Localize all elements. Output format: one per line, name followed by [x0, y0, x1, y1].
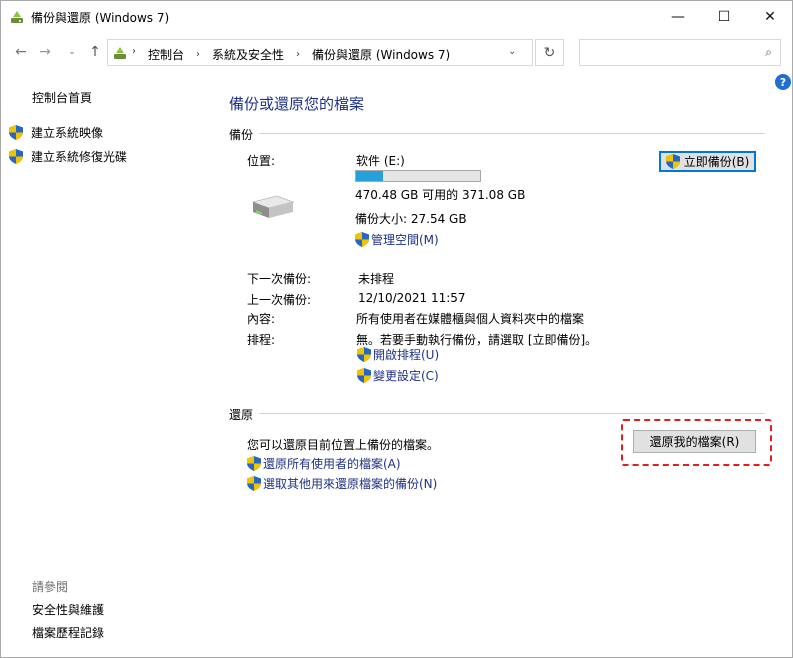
restore-description: 您可以還原目前位置上備份的檔案。 [247, 438, 440, 452]
help-icon[interactable]: ? [775, 74, 791, 90]
minimize-button[interactable]: — [655, 1, 701, 32]
uac-shield-icon [9, 149, 23, 164]
chevron-down-icon: ⌄ [68, 47, 76, 57]
recent-locations-button[interactable]: ⌄ [65, 42, 79, 62]
section-divider [259, 133, 765, 134]
location-label: 位置: [247, 154, 276, 168]
up-arrow-icon: ↑ [89, 44, 101, 60]
forward-button[interactable]: → [35, 42, 55, 62]
close-icon: ✕ [764, 8, 776, 25]
breadcrumb-system-security[interactable]: 系統及安全性 [210, 46, 286, 63]
restore-all-users-label: 還原所有使用者的檔案(A) [263, 457, 401, 471]
uac-shield-icon [357, 368, 371, 383]
breadcrumb-chevron-icon[interactable]: › [286, 49, 310, 60]
select-other-backup-link[interactable]: 選取其他用來還原檔案的備份(N) [247, 475, 437, 492]
breadcrumb-chevron-icon[interactable]: › [186, 49, 210, 60]
schedule-label: 排程: [247, 333, 276, 347]
restore-my-files-label: 還原我的檔案(R) [649, 435, 740, 449]
control-panel-icon [114, 47, 126, 59]
maximize-button[interactable]: ☐ [701, 1, 747, 32]
uac-shield-icon [357, 347, 371, 362]
search-icon[interactable]: ⌕ [765, 45, 772, 60]
create-system-image-label: 建立系統映像 [31, 126, 104, 140]
navigation-bar: ← → ⌄ ↑ › 控制台 › 系統及安全性 › 備份與還原 (Windows … [1, 32, 792, 72]
restore-all-users-link[interactable]: 還原所有使用者的檔案(A) [247, 455, 401, 472]
drive-space-text: 470.48 GB 可用的 371.08 GB [355, 188, 526, 202]
window: 備份與還原 (Windows 7) — ☐ ✕ ← → ⌄ ↑ › 控制台 › … [0, 0, 793, 658]
back-button[interactable]: ← [11, 42, 31, 62]
select-other-backup-label: 選取其他用來還原檔案的備份(N) [263, 477, 438, 491]
backup-section-label: 備份 [229, 126, 260, 143]
last-backup-value: 12/10/2021 11:57 [358, 291, 466, 305]
next-backup-label: 下一次備份: [247, 272, 312, 286]
drive-usage-bar [355, 170, 481, 182]
backup-now-button[interactable]: 立即備份(B) [659, 151, 756, 172]
backup-now-label: 立即備份(B) [683, 155, 750, 169]
contents-label: 內容: [247, 312, 276, 326]
breadcrumb: 控制台 › 系統及安全性 › 備份與還原 (Windows 7) [146, 46, 452, 63]
uac-shield-icon [247, 476, 261, 491]
breadcrumb-control-panel[interactable]: 控制台 [146, 46, 186, 63]
create-repair-disc-label: 建立系統修復光碟 [31, 150, 128, 164]
drive-name: 软件 (E:) [356, 154, 405, 168]
turn-on-schedule-label: 開啟排程(U) [373, 348, 440, 362]
breadcrumb-backup-restore[interactable]: 備份與還原 (Windows 7) [310, 46, 452, 63]
uac-shield-icon [9, 125, 23, 140]
search-input[interactable]: ⌕ [579, 39, 781, 66]
last-backup-label: 上一次備份: [247, 293, 312, 307]
turn-on-schedule-link[interactable]: 開啟排程(U) [357, 346, 439, 363]
create-repair-disc-link[interactable]: 建立系統修復光碟 [9, 148, 127, 165]
uac-shield-icon [355, 232, 369, 247]
title-bar: 備份與還原 (Windows 7) — ☐ ✕ [1, 1, 792, 32]
up-button[interactable]: ↑ [85, 42, 105, 62]
hard-drive-icon [251, 195, 295, 218]
uac-shield-icon [247, 456, 261, 471]
back-arrow-icon: ← [15, 44, 27, 60]
refresh-icon: ↻ [543, 44, 556, 61]
change-settings-link[interactable]: 變更設定(C) [357, 367, 439, 384]
backup-size-text: 備份大小: 27.54 GB [355, 212, 467, 226]
forward-arrow-icon: → [39, 44, 51, 60]
drive-usage-fill [356, 171, 384, 181]
file-history-link[interactable]: 檔案歷程記錄 [32, 624, 104, 641]
page-title: 備份或還原您的檔案 [229, 95, 365, 113]
restore-my-files-button[interactable]: 還原我的檔案(R) [633, 430, 756, 453]
window-title: 備份與還原 (Windows 7) [31, 11, 170, 25]
restore-section-label: 還原 [229, 406, 260, 423]
see-also-heading: 請參閱 [32, 580, 69, 594]
next-backup-value: 未排程 [358, 272, 395, 286]
create-system-image-link[interactable]: 建立系統映像 [9, 124, 103, 141]
address-dropdown-icon[interactable]: ⌄ [508, 46, 516, 57]
manage-space-label: 管理空間(M) [371, 233, 439, 247]
change-settings-label: 變更設定(C) [373, 369, 439, 383]
security-maintenance-link[interactable]: 安全性與維護 [32, 601, 104, 618]
manage-space-link[interactable]: 管理空間(M) [355, 231, 439, 248]
close-button[interactable]: ✕ [747, 1, 793, 32]
backup-section-header: 備份 [229, 126, 769, 143]
minimize-icon: — [671, 8, 685, 25]
section-divider [259, 413, 765, 414]
backup-restore-icon [11, 11, 23, 23]
maximize-icon: ☐ [717, 8, 731, 25]
contents-value: 所有使用者在媒體櫃與個人資料夾中的檔案 [356, 312, 585, 326]
breadcrumb-root-chevron-icon[interactable]: › [132, 46, 136, 57]
control-panel-home-link[interactable]: 控制台首頁 [32, 89, 92, 106]
restore-section-header: 還原 [229, 406, 769, 423]
refresh-button[interactable]: ↻ [535, 39, 564, 66]
uac-shield-icon [665, 154, 680, 169]
address-bar[interactable]: › 控制台 › 系統及安全性 › 備份與還原 (Windows 7) ⌄ [107, 39, 533, 66]
